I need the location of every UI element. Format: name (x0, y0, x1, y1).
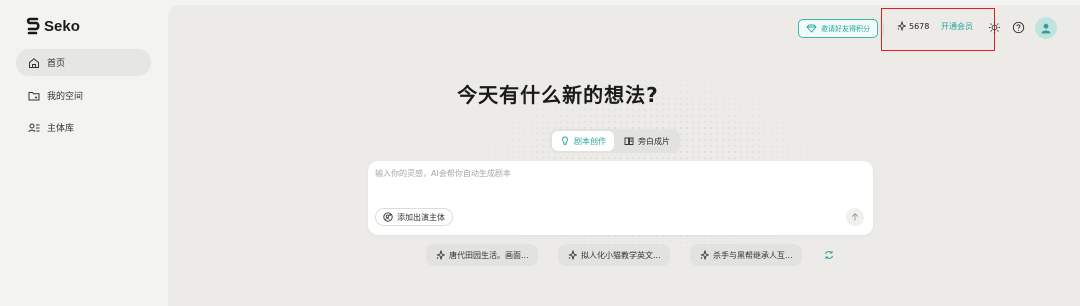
refresh-suggestions-icon[interactable] (823, 249, 835, 261)
suggestion-label: 唐代田园生活。画面... (449, 250, 529, 260)
add-actor-label: 添加出演主体 (397, 212, 445, 222)
home-icon (29, 57, 39, 68)
add-actor-button[interactable]: 添加出演主体 (375, 208, 453, 226)
user-icon (1041, 23, 1051, 34)
lightbulb-icon (562, 136, 568, 146)
suggestion-label: 杀手与黑帮继承人互... (713, 250, 793, 260)
sidebar-item-my-space[interactable]: 我的空间 (16, 82, 151, 109)
theme-toggle-icon[interactable] (988, 21, 1001, 34)
app-name: Seko (44, 17, 80, 35)
seko-logo-icon (26, 17, 40, 35)
sidebar-item-subject-library[interactable]: 主体库 (16, 114, 151, 141)
mode-tabs: 剧本创作 旁白成片 (550, 129, 680, 153)
sidebar: Seko 首页 我的空间 主体库 (0, 0, 166, 306)
tab-script-creation[interactable]: 剧本创作 (552, 131, 614, 151)
sparkle-icon (568, 250, 577, 260)
suggestion-label: 拟人化小猫教学英文... (581, 250, 661, 260)
arrow-up-icon (851, 212, 859, 221)
page-headline: 今天有什么新的想法? (457, 83, 659, 107)
app-logo[interactable]: Seko (26, 17, 80, 35)
invite-friends-label: 邀请好友得积分 (821, 24, 870, 33)
help-icon[interactable] (1012, 21, 1025, 34)
tab-label: 旁白成片 (638, 136, 670, 146)
prompt-box: 添加出演主体 (368, 161, 873, 235)
suggestion-chip[interactable]: 拟人化小猫教学英文... (558, 244, 670, 266)
folder-icon (28, 91, 40, 100)
sidebar-item-label: 主体库 (47, 124, 75, 134)
highlight-annotation (881, 8, 995, 51)
diamond-icon (806, 24, 817, 33)
sparkle-icon (436, 250, 445, 260)
avatar[interactable] (1035, 17, 1057, 39)
tab-narration-video[interactable]: 旁白成片 (616, 131, 678, 151)
invite-friends-button[interactable]: 邀请好友得积分 (798, 19, 878, 38)
sidebar-item-label: 首页 (47, 59, 66, 69)
book-open-icon (624, 137, 634, 145)
main-panel: 邀请好友得积分 5678 开通会员 今天有什么新的想法? 剧本创作 旁白成片 输… (168, 5, 1080, 306)
subject-library-icon (28, 123, 40, 132)
send-button[interactable] (846, 208, 864, 226)
sparkle-icon (700, 250, 709, 260)
sidebar-item-label: 我的空间 (47, 92, 84, 102)
suggestion-chip[interactable]: 唐代田园生活。画面... (426, 244, 538, 266)
prompt-input[interactable] (375, 169, 815, 178)
suggestion-chip[interactable]: 杀手与黑帮继承人互... (690, 244, 802, 266)
sidebar-item-home[interactable]: 首页 (16, 49, 151, 76)
tab-label: 剧本创作 (574, 136, 606, 146)
add-person-icon (383, 212, 393, 222)
